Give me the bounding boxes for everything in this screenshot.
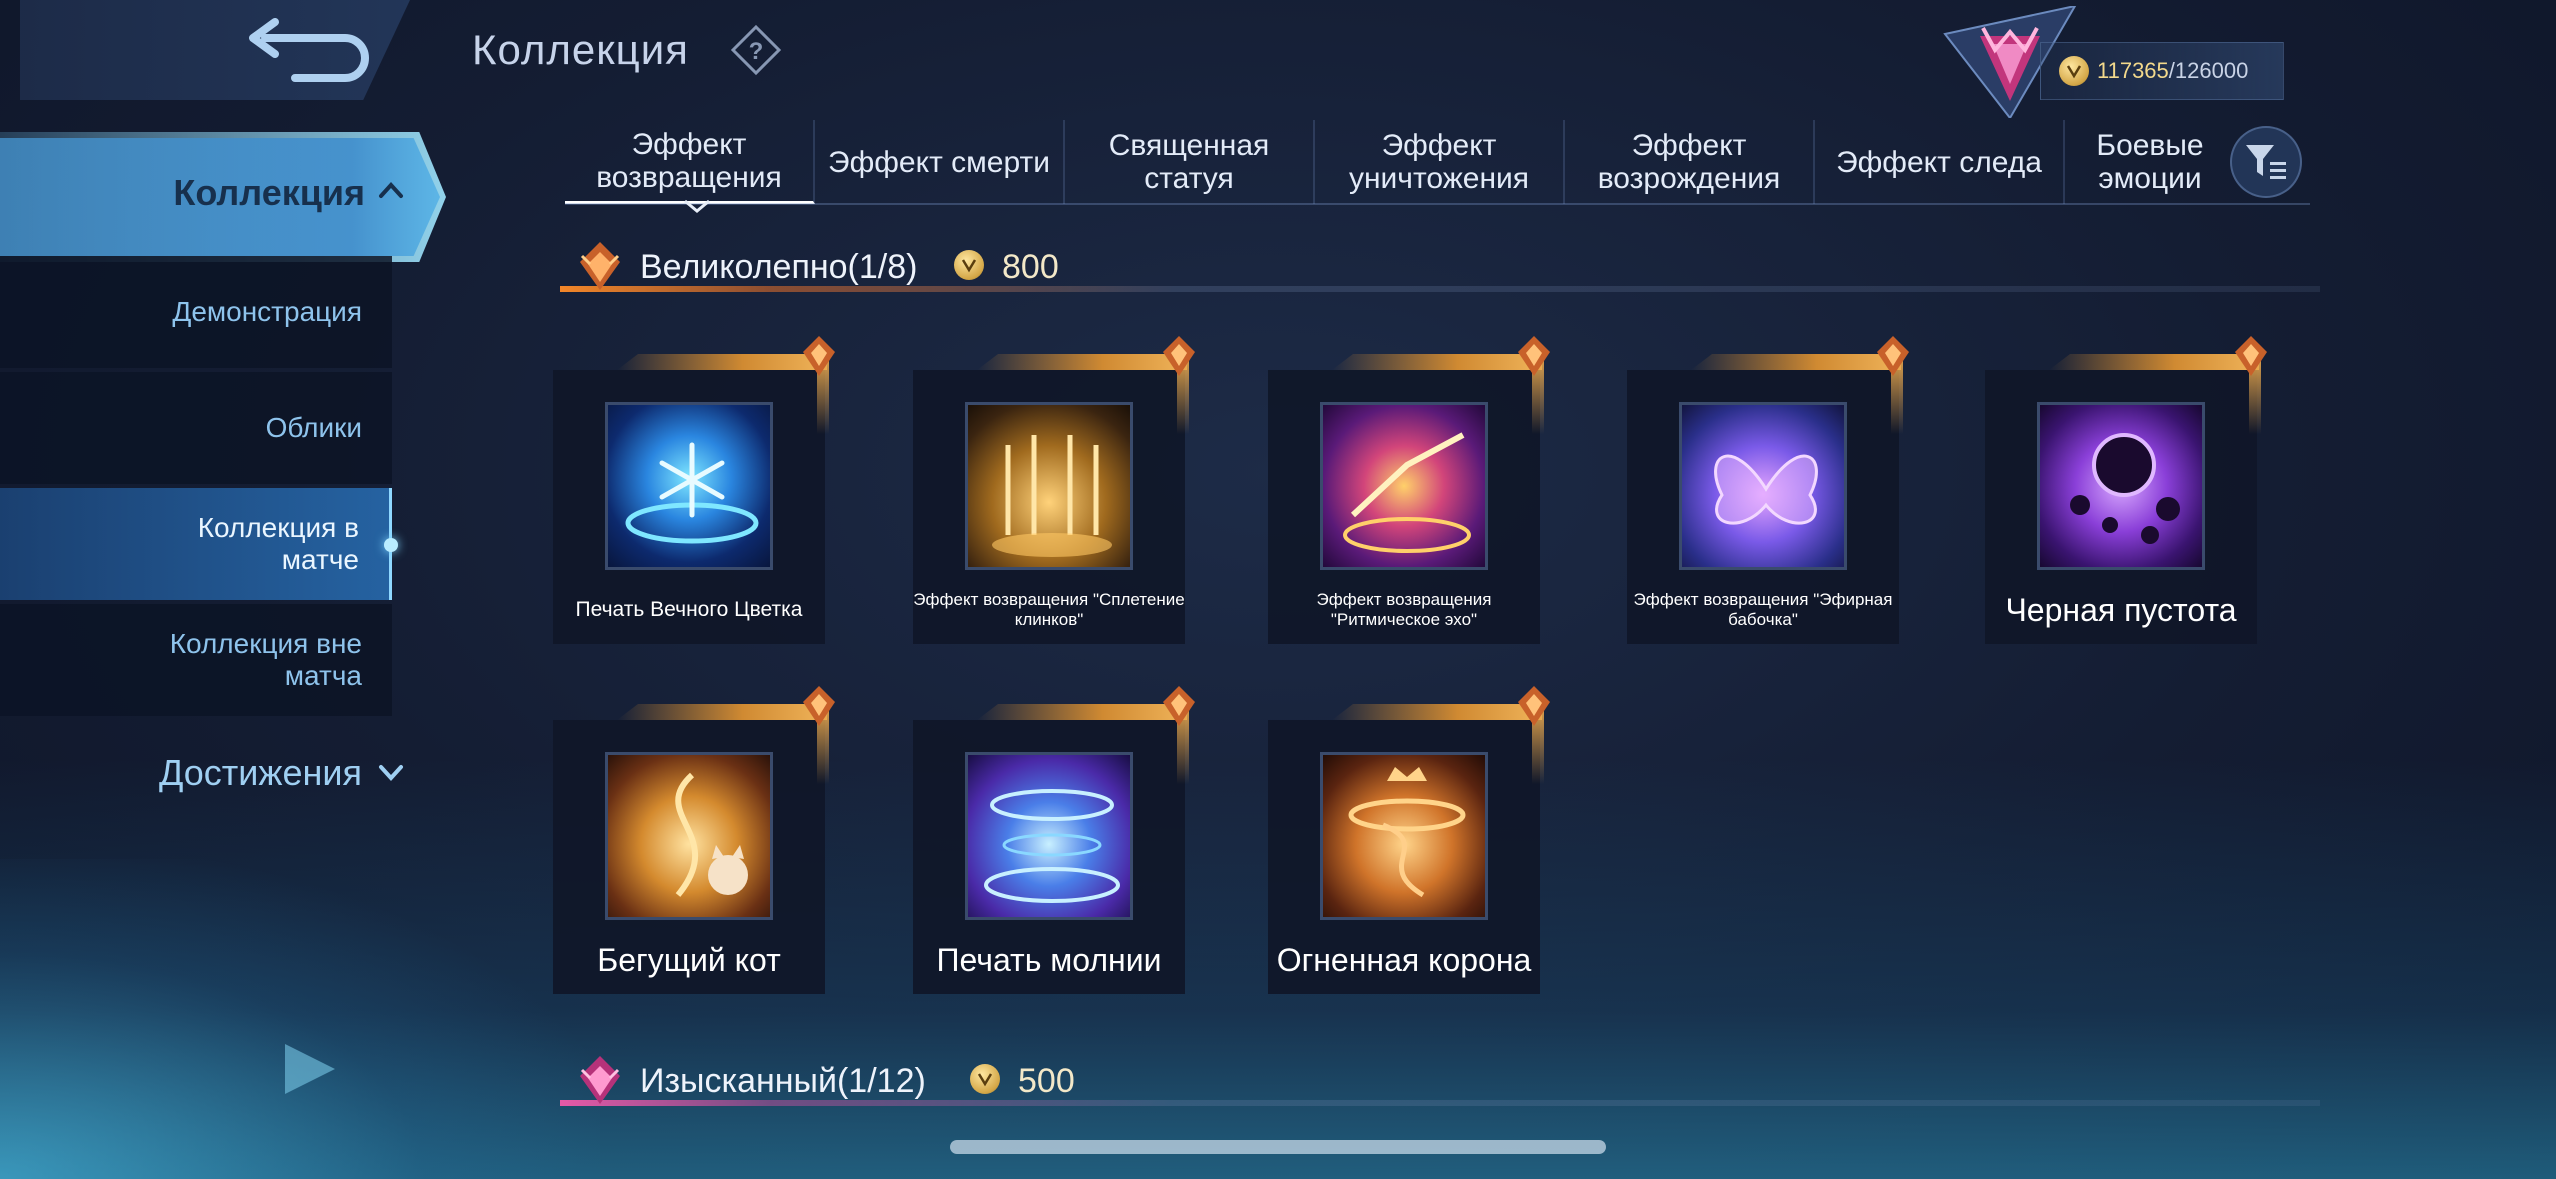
collection-card[interactable]: Черная пустота: [1985, 336, 2267, 644]
help-question-icon[interactable]: ?: [730, 24, 782, 76]
tier-badge-icon: [1163, 336, 1195, 376]
card-ribbon: [977, 704, 1187, 720]
section-price: 800: [1002, 248, 1059, 286]
collection-card[interactable]: Бегущий кот: [553, 686, 835, 994]
sidebar-item-skins[interactable]: Облики: [0, 372, 392, 484]
item-name: Печать Вечного Цветка: [575, 598, 803, 621]
currency-current: 117365: [2097, 58, 2169, 83]
item-name: Печать молнии: [936, 942, 1162, 978]
background-left-glow: [0, 859, 600, 1179]
collection-card[interactable]: Печать молнии: [913, 686, 1195, 994]
item-name: Эффект возвращения "Эфирная бабочка": [1633, 590, 1893, 629]
active-indicator-dot: [384, 538, 398, 552]
collection-card[interactable]: Печать Вечного Цветка: [553, 336, 835, 644]
tab-death-effect[interactable]: Эффект смерти: [815, 120, 1065, 204]
page-title: Коллекция: [472, 26, 689, 73]
chevron-up-icon: [379, 182, 403, 198]
item-name: Эффект возвращения "Сплетение клинков": [913, 590, 1185, 629]
collection-card[interactable]: Эффект возвращения "Эфирная бабочка": [1627, 336, 1909, 644]
decorative-triangle-icon: [285, 1044, 335, 1094]
item-artwork-crown: [1320, 752, 1488, 920]
item-name: Бегущий кот: [597, 942, 781, 978]
tier-badge-icon: [803, 336, 835, 376]
tier-emblem-pink-icon: [580, 1056, 620, 1104]
section-label: Великолепно(1/8): [640, 248, 918, 286]
home-indicator[interactable]: [950, 1140, 1606, 1154]
tab-sacred-statue[interactable]: Священная статуя: [1065, 120, 1315, 204]
tab-elimination-effect[interactable]: Эффект уничтожения: [1315, 120, 1565, 204]
filter-button[interactable]: [2230, 126, 2302, 198]
sidebar-item-out-match-collection[interactable]: Коллекция вне матча: [0, 604, 392, 716]
item-artwork-snowflake: [605, 402, 773, 570]
tab-respawn-effect[interactable]: Эффект возрождения: [1565, 120, 1815, 204]
tier-badge-icon: [1518, 336, 1550, 376]
tier-badge-icon: [2235, 336, 2267, 376]
collection-card[interactable]: Эффект возвращения "Сплетение клинков": [913, 336, 1195, 644]
tier-emblem-orange-icon: [580, 242, 620, 290]
sidebar-main-label: Коллекция: [173, 172, 365, 213]
battle-point-coin-icon: [2059, 56, 2089, 86]
svg-text:?: ?: [749, 38, 764, 65]
back-button[interactable]: [20, 0, 410, 100]
sidebar-item-label: Коллекция вне матча: [169, 627, 362, 691]
tier-badge-icon: [803, 686, 835, 726]
sidebar-item-achievements[interactable]: Достижения: [0, 752, 362, 794]
tier-badge-icon: [1877, 336, 1909, 376]
currency-max: 126000: [2174, 58, 2249, 83]
item-artwork-rhythm: [1320, 402, 1488, 570]
item-artwork-cat: [605, 752, 773, 920]
tab-trail-effect[interactable]: Эффект следа: [1815, 120, 2065, 204]
item-name: Эффект возвращения "Ритмическое эхо": [1316, 590, 1492, 629]
sidebar-item-label: Коллекция в матче: [197, 511, 359, 575]
tab-return-effect[interactable]: Эффект возвращения: [565, 120, 815, 204]
card-ribbon: [617, 704, 827, 720]
collection-card[interactable]: Огненная корона: [1268, 686, 1550, 994]
item-artwork-blades: [965, 402, 1133, 570]
collection-card[interactable]: Эффект возвращения "Ритмическое эхо": [1268, 336, 1550, 644]
tier-badge-icon: [1163, 686, 1195, 726]
filter-funnel-icon: [2246, 145, 2286, 179]
tier-badge-icon: [1518, 686, 1550, 726]
item-name: Черная пустота: [2005, 592, 2237, 628]
item-artwork-lightning: [965, 752, 1133, 920]
tabs-divider: [565, 203, 2310, 205]
sidebar-item-in-match-collection[interactable]: Коллекция в матче: [0, 488, 392, 600]
sidebar-item-demonstration[interactable]: Демонстрация: [0, 256, 392, 368]
card-ribbon: [1691, 354, 1901, 370]
card-ribbon: [617, 354, 827, 370]
chevron-down-icon: [379, 765, 403, 781]
sidebar-item-label: Демонстрация: [172, 295, 362, 327]
section-header-magnificent: Великолепно(1/8) 800: [560, 238, 2320, 308]
active-tab-marker-icon: [684, 199, 710, 213]
item-artwork-void: [2037, 402, 2205, 570]
tab-battle-emotes[interactable]: Боевые эмоции: [2065, 120, 2205, 204]
card-ribbon: [1332, 354, 1542, 370]
card-ribbon: [977, 354, 1187, 370]
section-price: 500: [1018, 1062, 1075, 1100]
item-name: Огненная корона: [1276, 942, 1532, 978]
card-ribbon: [2049, 354, 2259, 370]
battle-point-coin-icon: [954, 250, 984, 280]
back-arrow-icon: [249, 18, 369, 82]
section-label: Изысканный(1/12): [640, 1062, 926, 1100]
category-tabs: Эффект возвращения Эффект смерти Священн…: [565, 120, 2310, 204]
battle-points-display: 117365/126000: [2040, 42, 2284, 100]
battle-point-coin-icon: [970, 1064, 1000, 1094]
section-header-exquisite: Изысканный(1/12) 500: [560, 1052, 2320, 1122]
sidebar-item-label: Облики: [265, 411, 362, 443]
item-artwork-butterfly: [1679, 402, 1847, 570]
card-ribbon: [1332, 704, 1542, 720]
